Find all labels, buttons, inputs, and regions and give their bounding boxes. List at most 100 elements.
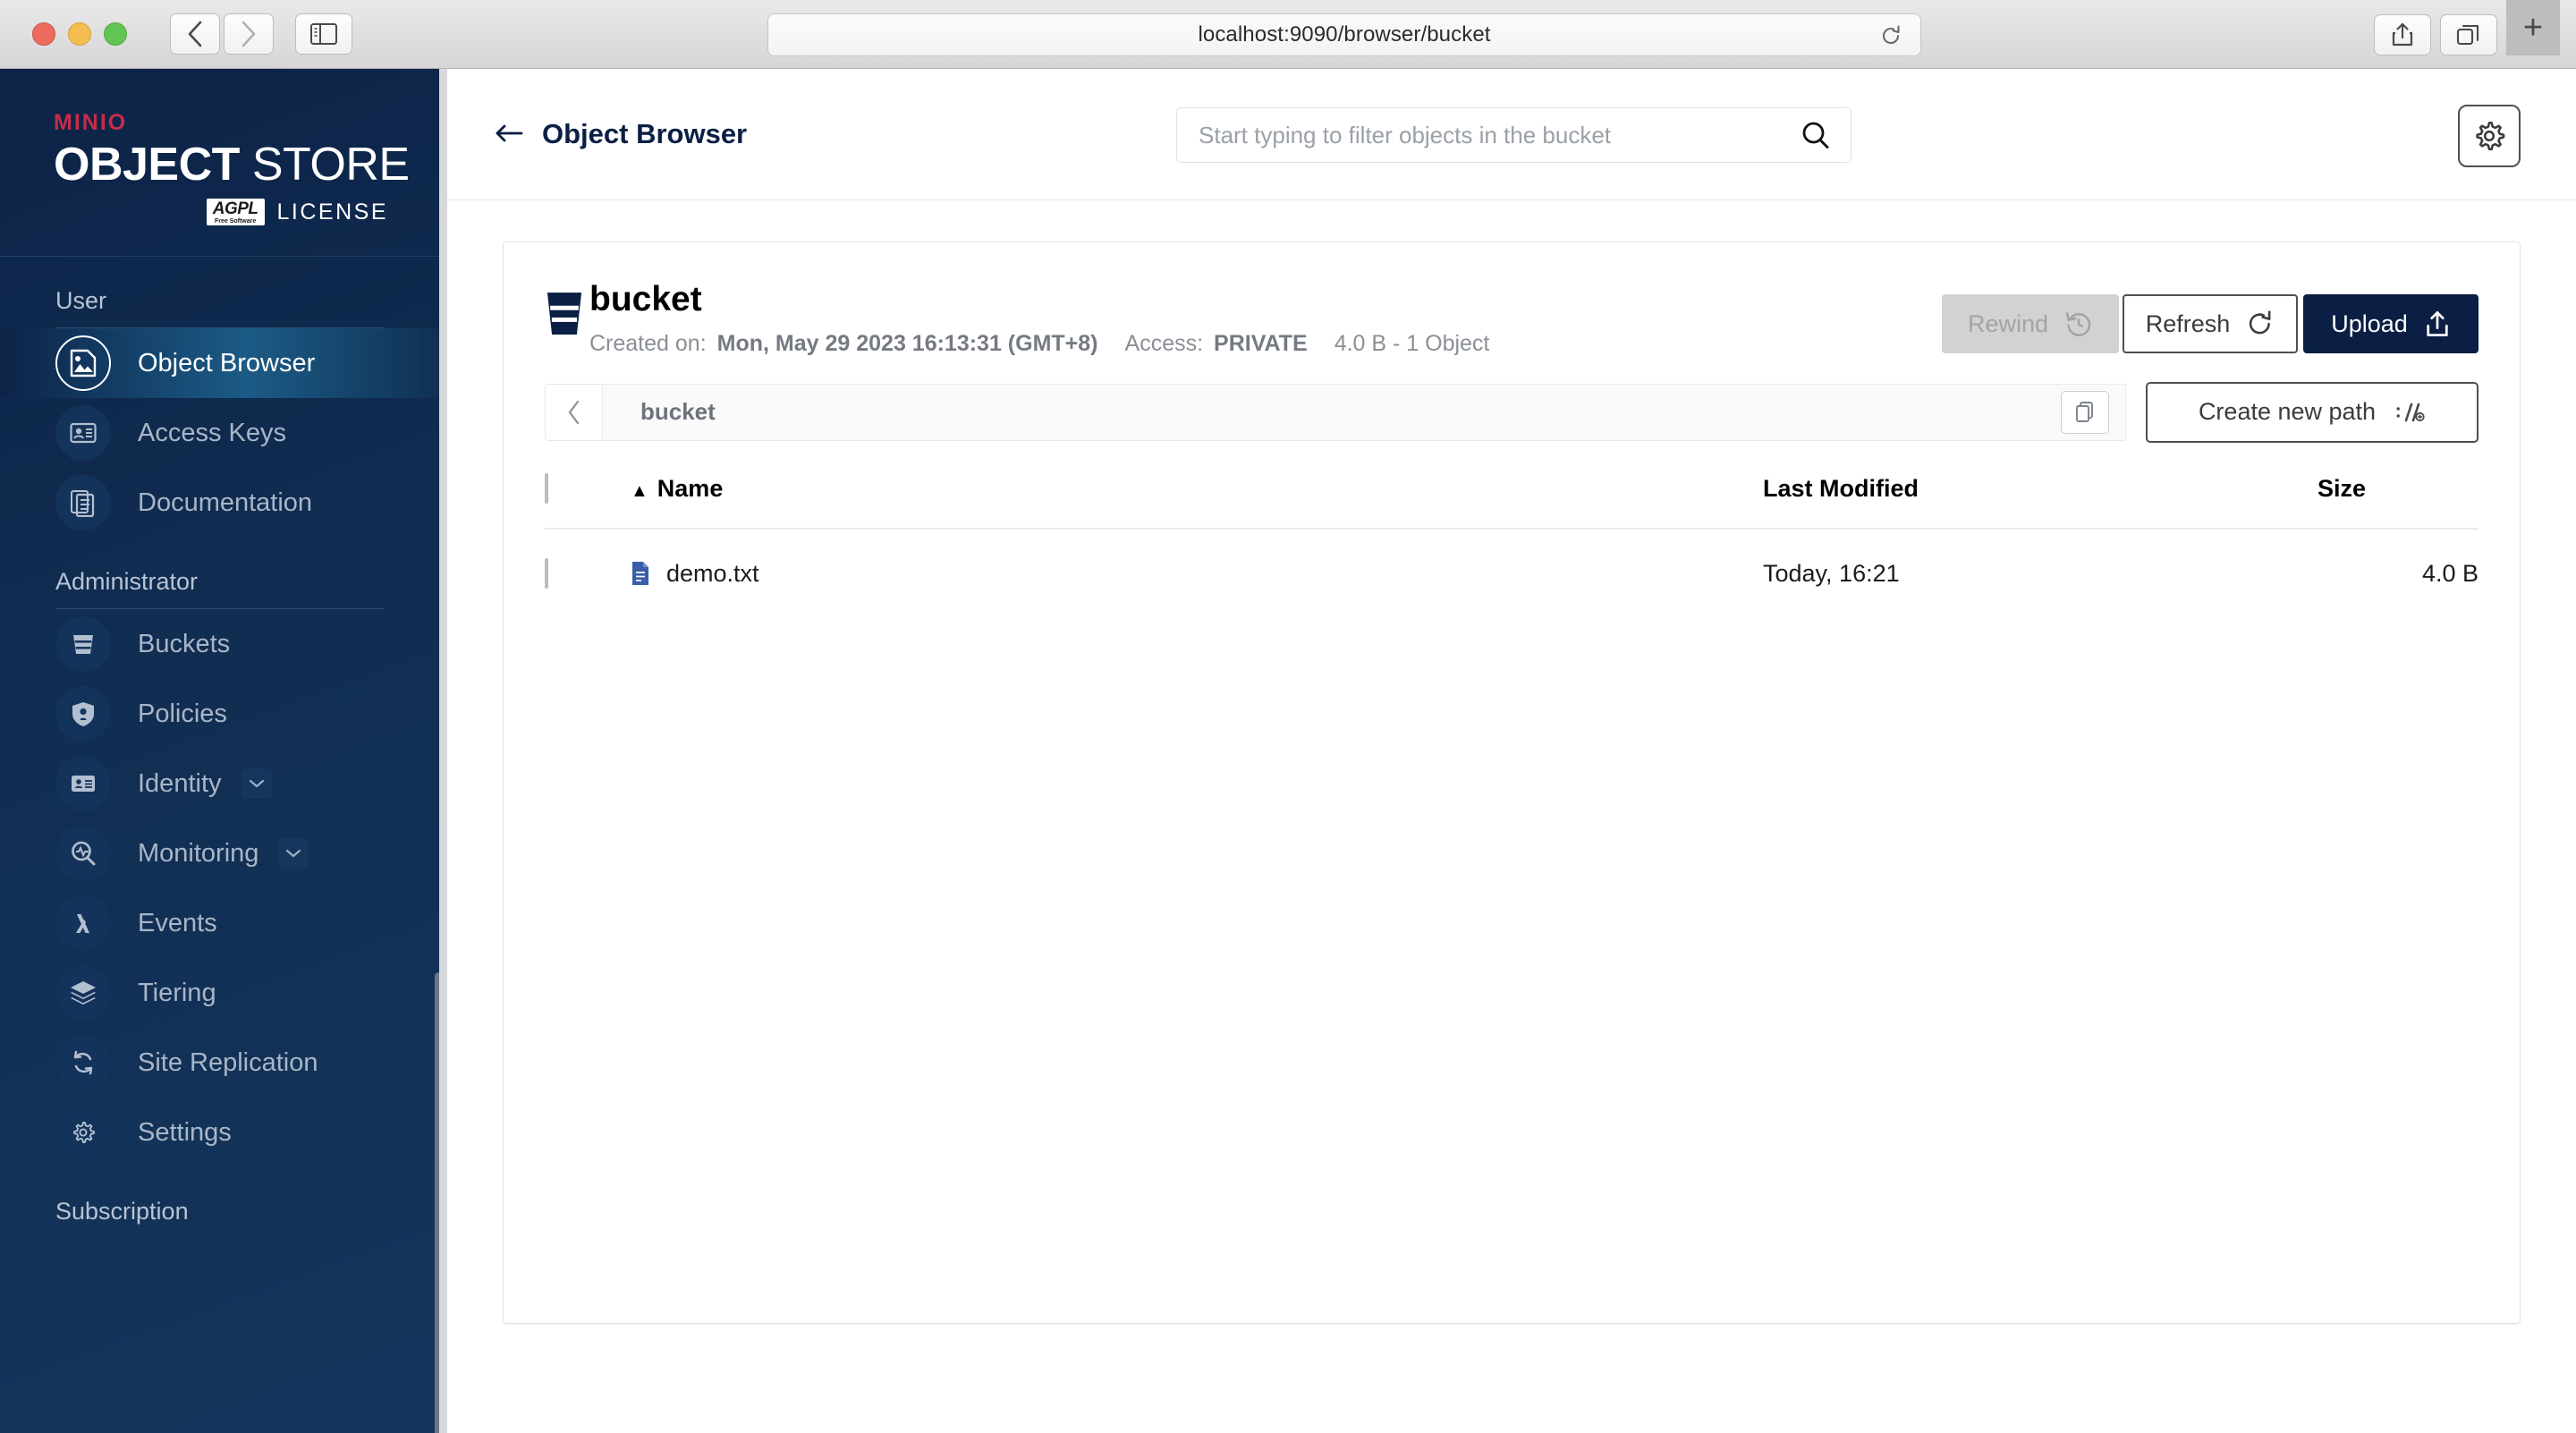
row-size: 4.0 B xyxy=(2421,559,2479,587)
license-badge: AGPL Free Software LICENSE xyxy=(54,199,447,226)
chevron-left-icon xyxy=(188,21,202,47)
copy-icon xyxy=(2076,401,2093,422)
new-tab-plus-icon: + xyxy=(2522,8,2544,47)
window-traffic-lights xyxy=(32,22,127,46)
browser-chrome: localhost:9090/browser/bucket + xyxy=(0,0,2576,69)
sidebar: MINIO OBJECT STORE AGPL Free Software LI… xyxy=(0,69,447,1433)
chevron-down-icon[interactable] xyxy=(241,768,272,800)
row-name-cell: demo.txt xyxy=(631,529,1763,618)
tab-overview-icon xyxy=(2456,24,2479,45)
minio-logo: MINIO OBJECT STORE AGPL Free Software LI… xyxy=(0,69,447,256)
access-label: Access: xyxy=(1124,330,1204,356)
share-icon xyxy=(2392,22,2413,46)
documentation-icon xyxy=(55,475,111,531)
url-reload-button[interactable] xyxy=(1879,24,1902,52)
table-row[interactable]: demo.txt Today, 16:21 4.0 B xyxy=(545,529,2479,618)
browser-new-tab-button[interactable]: + xyxy=(2506,0,2560,55)
rewind-label: Rewind xyxy=(1967,309,2049,337)
agpl-main-text: AGPL xyxy=(212,199,258,218)
browser-url-bar[interactable]: localhost:9090/browser/bucket xyxy=(767,13,1921,56)
content-area: bucket Created on: Mon, May 29 2023 16:1… xyxy=(447,200,2576,1324)
path-navigation-row: bucket Create new path xyxy=(504,357,2520,443)
sort-ascending-icon: ▲ xyxy=(631,480,648,501)
sidebar-item-label: Events xyxy=(138,908,217,937)
browser-right-buttons: + xyxy=(2374,0,2560,55)
site-replication-icon xyxy=(55,1035,111,1091)
browser-share-button[interactable] xyxy=(2374,13,2431,55)
bucket-name: bucket xyxy=(589,280,702,318)
path-slash-icon xyxy=(2396,403,2425,422)
browser-back-button[interactable] xyxy=(170,13,220,55)
sidebar-toggle-icon xyxy=(310,23,337,45)
column-header-name-label: Name xyxy=(657,474,724,502)
upload-button[interactable]: Upload xyxy=(2303,294,2479,353)
search-input[interactable] xyxy=(1199,121,1801,149)
select-all-checkbox[interactable] xyxy=(545,472,548,504)
chevron-down-icon[interactable] xyxy=(278,838,309,869)
create-new-path-button[interactable]: Create new path xyxy=(2146,381,2479,443)
create-path-label: Create new path xyxy=(2198,398,2377,426)
upload-icon xyxy=(2427,311,2448,336)
sidebar-item-documentation[interactable]: Documentation xyxy=(0,468,447,538)
sidebar-item-identity[interactable]: Identity xyxy=(0,749,447,818)
sidebar-item-label: Tiering xyxy=(138,978,216,1007)
sidebar-item-label: Documentation xyxy=(138,488,313,517)
chevron-left-icon xyxy=(568,400,579,425)
sidebar-item-buckets[interactable]: Buckets xyxy=(0,609,447,679)
sidebar-item-policies[interactable]: Policies xyxy=(0,679,447,749)
table-header-row: ▲ Name Last Modified Size xyxy=(545,472,2479,530)
main-content: Object Browser Start typing to filter ob… xyxy=(447,69,2576,1433)
sidebar-item-label: Policies xyxy=(138,699,227,728)
current-path-field[interactable]: bucket xyxy=(602,383,2126,441)
refresh-icon xyxy=(2250,310,2271,335)
sidebar-item-site-replication[interactable]: Site Replication xyxy=(0,1028,447,1098)
agpl-badge-icon: AGPL Free Software xyxy=(206,199,265,226)
settings-button[interactable] xyxy=(2458,105,2521,167)
sidebar-item-label: Access Keys xyxy=(138,418,286,447)
current-path-text: bucket xyxy=(640,398,716,426)
path-back-button[interactable] xyxy=(545,383,602,441)
search-icon[interactable] xyxy=(1801,120,1831,150)
url-text: localhost:9090/browser/bucket xyxy=(1198,22,1491,47)
row-checkbox[interactable] xyxy=(545,557,548,589)
product-name-bold: OBJECT xyxy=(54,139,240,191)
maximize-window-button[interactable] xyxy=(104,22,127,46)
browser-tab-overview-button[interactable] xyxy=(2440,13,2497,55)
identity-card-icon xyxy=(55,756,111,812)
chevron-right-icon xyxy=(242,21,256,47)
sidebar-section-administrator: Administrator xyxy=(55,568,199,596)
column-header-size[interactable]: Size xyxy=(2318,474,2479,530)
created-on-label: Created on: xyxy=(589,330,707,356)
text-file-icon xyxy=(632,562,648,586)
browser-sidebar-toggle-button[interactable] xyxy=(295,13,352,55)
object-filter-search[interactable] xyxy=(1176,107,1852,163)
sidebar-item-events[interactable]: Events xyxy=(0,888,447,958)
sidebar-item-tiering[interactable]: Tiering xyxy=(0,958,447,1028)
license-word: LICENSE xyxy=(276,199,388,225)
sidebar-item-settings[interactable]: Settings xyxy=(0,1098,447,1167)
sidebar-item-monitoring[interactable]: Monitoring xyxy=(0,818,447,888)
rewind-button[interactable]: Rewind xyxy=(1942,294,2119,353)
copy-path-button[interactable] xyxy=(2061,390,2109,434)
sidebar-item-label: Identity xyxy=(138,768,222,798)
refresh-button[interactable]: Refresh xyxy=(2123,294,2298,353)
column-header-size-label: Size xyxy=(2318,474,2367,502)
sidebar-item-label: Buckets xyxy=(138,629,231,658)
sidebar-section-user: User xyxy=(55,287,107,315)
bucket-meta: bucket Created on: Mon, May 29 2023 16:1… xyxy=(589,280,1942,357)
tiering-layers-icon xyxy=(55,965,111,1022)
column-header-last-modified[interactable]: Last Modified xyxy=(1763,474,2318,530)
sidebar-item-access-keys[interactable]: Access Keys xyxy=(0,398,447,468)
gear-icon xyxy=(2476,122,2505,151)
policies-lock-icon xyxy=(55,686,111,742)
refresh-label: Refresh xyxy=(2145,309,2231,337)
sidebar-item-label: Site Replication xyxy=(138,1047,318,1077)
column-header-name[interactable]: ▲ Name xyxy=(631,474,1763,530)
close-window-button[interactable] xyxy=(32,22,55,46)
bucket-icon xyxy=(55,616,111,673)
monitoring-icon xyxy=(55,826,111,882)
arrow-left-icon[interactable] xyxy=(494,119,524,149)
minimize-window-button[interactable] xyxy=(68,22,91,46)
browser-forward-button[interactable] xyxy=(224,13,274,55)
sidebar-item-object-browser[interactable]: Object Browser xyxy=(0,328,447,399)
